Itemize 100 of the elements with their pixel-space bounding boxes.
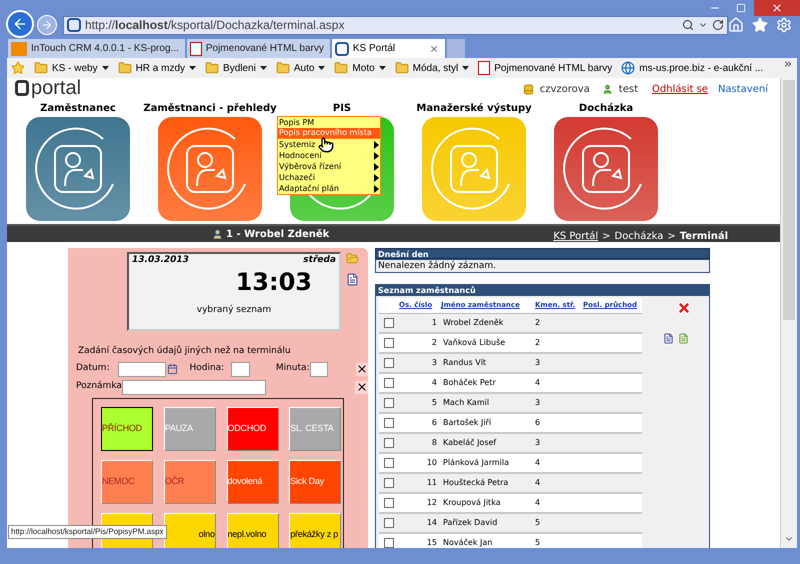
row-checkbox[interactable] (384, 418, 394, 428)
field-label: Hodina: (189, 362, 226, 376)
more-icon[interactable] (783, 59, 793, 69)
row-checkbox[interactable] (384, 338, 394, 348)
tile-label: PIS (332, 102, 352, 116)
favorites-icon[interactable] (752, 17, 768, 33)
breadcrumb-link[interactable]: KS Portál (553, 228, 598, 244)
row-checkbox[interactable] (384, 378, 394, 388)
table-cell: 4 (535, 477, 540, 489)
module-tile[interactable] (422, 117, 526, 221)
close-icon[interactable] (429, 44, 440, 54)
terminal-button[interactable]: PŘÍCHOD (101, 406, 153, 450)
menu-item[interactable]: Popis PM (278, 117, 380, 128)
row-checkbox[interactable] (384, 358, 394, 368)
table-cell-text: Vaňková Libuše (443, 337, 506, 349)
current-user: 1 - Wrobel Zdeněk (226, 228, 330, 242)
row-checkbox[interactable] (384, 538, 394, 548)
refresh-list-icon[interactable] (678, 333, 688, 344)
date-field[interactable] (118, 362, 166, 376)
clear-button[interactable] (355, 380, 368, 394)
menu-item[interactable]: Adaptační plán (278, 183, 380, 194)
minute-field[interactable] (310, 362, 328, 376)
terminal-button[interactable]: překážky z p (289, 512, 342, 548)
logout-link[interactable]: Odhlásit se (652, 82, 708, 97)
field-label: Poznámka (76, 380, 122, 394)
page-icon (190, 42, 202, 56)
close-icon (771, 2, 783, 14)
caret-icon (260, 66, 267, 70)
favorite-item[interactable]: ms-us.proe.biz - e-aukční ... (621, 60, 764, 76)
table-cell-text: Boháček Petr (443, 377, 497, 389)
close-button[interactable] (754, 0, 800, 16)
breadcrumb-item: Terminál (680, 230, 728, 244)
row-checkbox[interactable] (384, 518, 394, 528)
scrollbar-thumb[interactable] (783, 80, 795, 320)
table-cell-text: Pařízek David (443, 517, 498, 529)
role-name: test (618, 83, 638, 97)
row-checkbox[interactable] (384, 318, 394, 328)
favorite-item[interactable]: KS - weby (34, 60, 109, 76)
row-checkbox[interactable] (384, 498, 394, 508)
refresh-icon[interactable] (712, 19, 724, 31)
terminal-button[interactable]: nepl.volno (226, 512, 278, 548)
scrollbar[interactable] (780, 78, 797, 548)
menu-item[interactable]: Výběrová řízení (278, 161, 380, 172)
menu-item[interactable]: Uchazeči (278, 172, 380, 183)
favorite-item[interactable]: Pojmenované HTML barvy (478, 60, 612, 76)
clear-button[interactable] (356, 362, 368, 376)
folder-icon (205, 61, 220, 75)
folder-icon (394, 61, 409, 75)
favorite-item[interactable]: Auto (276, 60, 326, 76)
browser-tab[interactable]: KS Portál (332, 39, 446, 58)
caret-icon (102, 66, 109, 70)
calendar-icon[interactable] (166, 363, 178, 375)
browser-tab[interactable]: Pojmenované HTML barvy (186, 39, 330, 58)
tile-label: Manažerské výstupy (416, 102, 532, 116)
globe-icon (621, 61, 636, 75)
field-label: Minuta: (276, 362, 310, 376)
favorite-item[interactable]: Moto (334, 60, 386, 76)
list-icon[interactable] (346, 273, 359, 286)
terminal-button[interactable]: olno (164, 512, 216, 548)
table-cell: 2 (535, 317, 540, 329)
status-tooltip: http://localhost/ksportal/Pis/PopisyPM.aspx (8, 525, 167, 539)
row-checkbox[interactable] (384, 478, 394, 488)
back-button[interactable] (6, 10, 34, 38)
browser-tab[interactable]: InTouch CRM 4.0.0.1 - KS-prog... (8, 39, 185, 58)
favorite-item[interactable]: Bydleni (205, 60, 267, 76)
table-cell-text: 10 (426, 457, 437, 469)
table-cell: 2 (535, 337, 540, 349)
forward-button[interactable] (37, 15, 57, 35)
menu-item[interactable]: Hodnocení (278, 150, 380, 161)
module-tile[interactable] (554, 117, 658, 221)
delete-icon[interactable] (676, 301, 690, 315)
terminal-button[interactable]: ODCHOD (226, 406, 278, 450)
maximize-icon (736, 3, 746, 13)
module-tile[interactable] (158, 117, 262, 221)
table-cell-text: Houštecká Petra (443, 477, 510, 489)
module-tile[interactable] (26, 117, 130, 221)
folder-icon (334, 61, 348, 75)
list-icon[interactable] (662, 333, 674, 344)
table-cell-text: 1 (430, 317, 437, 329)
time-text: 13:03 (236, 268, 312, 296)
address-bar[interactable]: http://localhost/ksportal/Dochazka/terminal.aspx (63, 16, 728, 34)
settings-icon[interactable] (776, 17, 792, 33)
table-cell-text: 14 (426, 517, 437, 529)
favorite-item[interactable]: Móda, styl (394, 60, 470, 76)
row-checkbox[interactable] (384, 398, 394, 408)
url-text: http://localhost/ksportal/Dochazka/terminal.aspx (85, 17, 346, 34)
logo-text: portal (31, 78, 82, 98)
table-cell: 5 (535, 537, 540, 548)
hour-field[interactable] (231, 362, 250, 376)
menu-item[interactable]: Systemiz (278, 139, 380, 150)
caret-icon (189, 66, 196, 70)
row-checkbox[interactable] (384, 438, 394, 448)
folder-icon (118, 61, 132, 75)
note-field[interactable] (122, 380, 266, 394)
table-cell-text: 15 (426, 537, 437, 548)
table-cell: 3 (535, 357, 540, 369)
row-checkbox[interactable] (384, 458, 394, 468)
table-cell-text: Nováček Jan (443, 537, 494, 548)
favorite-item[interactable]: HR a mzdy (118, 60, 196, 76)
settings-link[interactable]: Nastavení (718, 82, 768, 97)
